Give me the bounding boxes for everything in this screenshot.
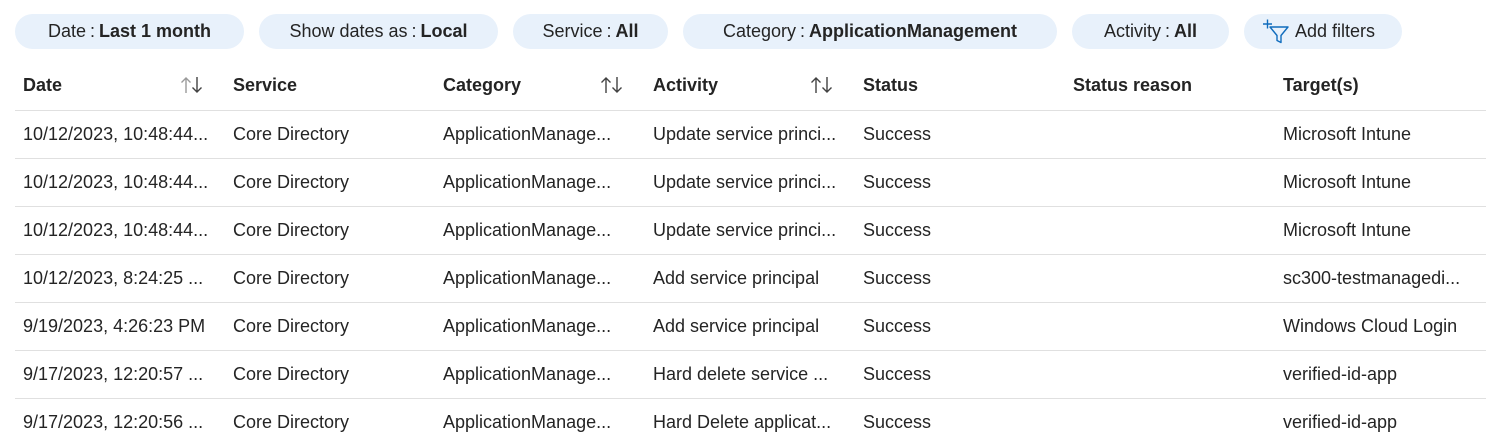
sort-arrows-icon[interactable] — [599, 75, 625, 95]
filter-separator: : — [1164, 21, 1170, 41]
filter-pill-show-dates[interactable]: Show dates as : Local — [259, 14, 498, 49]
filter-pill-service[interactable]: Service : All — [513, 14, 668, 49]
cell-targets: sc300-testmanagedi... — [1283, 268, 1461, 288]
column-header-targets[interactable]: Target(s) — [1283, 60, 1483, 110]
cell-targets: Microsoft Intune — [1283, 220, 1412, 240]
filter-value: Local — [420, 21, 468, 41]
filter-separator: : — [411, 21, 417, 41]
cell-activity: Add service principal — [653, 316, 820, 336]
sort-arrows-icon[interactable] — [809, 75, 835, 95]
cell-status-reason — [1073, 111, 1273, 158]
cell-targets: Microsoft Intune — [1283, 172, 1412, 192]
cell-status: Success — [863, 364, 932, 384]
cell-targets: verified-id-app — [1283, 364, 1398, 384]
table-row[interactable]: 9/19/2023, 4:26:23 PM Core Directory App… — [15, 303, 1486, 351]
add-filters-label: Add filters — [1295, 21, 1376, 41]
filter-label: Category — [722, 21, 796, 41]
cell-status: Success — [863, 124, 932, 144]
cell-date: 10/12/2023, 10:48:44... — [23, 220, 209, 240]
table-row[interactable]: 10/12/2023, 10:48:44... Core Directory A… — [15, 207, 1486, 255]
cell-service: Core Directory — [233, 316, 350, 336]
cell-status-reason — [1073, 207, 1273, 254]
filter-separator: : — [90, 21, 96, 41]
cell-category: ApplicationManage... — [443, 124, 612, 144]
add-filter-icon — [1261, 19, 1291, 45]
table-row[interactable]: 9/17/2023, 12:20:56 ... Core Directory A… — [15, 399, 1486, 446]
cell-category: ApplicationManage... — [443, 412, 612, 432]
cell-date: 9/19/2023, 4:26:23 PM — [23, 316, 206, 336]
filter-separator: : — [606, 21, 612, 41]
cell-targets: verified-id-app — [1283, 412, 1398, 432]
cell-activity: Update service princi... — [653, 220, 837, 240]
filter-label: Service — [542, 21, 603, 41]
filter-label: Activity — [1103, 21, 1161, 41]
filter-pill-activity[interactable]: Activity : All — [1072, 14, 1229, 49]
cell-status-reason — [1073, 351, 1273, 398]
cell-status-reason — [1073, 399, 1273, 446]
filter-value: All — [615, 21, 639, 41]
cell-activity: Hard Delete applicat... — [653, 412, 832, 432]
cell-status: Success — [863, 412, 932, 432]
cell-service: Core Directory — [233, 220, 350, 240]
filter-value: ApplicationManagement — [809, 21, 1018, 41]
cell-category: ApplicationManage... — [443, 316, 612, 336]
filter-separator: : — [800, 21, 806, 41]
cell-service: Core Directory — [233, 172, 350, 192]
cell-service: Core Directory — [233, 268, 350, 288]
cell-category: ApplicationManage... — [443, 172, 612, 192]
column-header-status[interactable]: Status — [863, 60, 1063, 110]
filter-bar: Date : Last 1 month Show dates as : Loca… — [15, 14, 1417, 49]
table-row[interactable]: 10/12/2023, 10:48:44... Core Directory A… — [15, 111, 1486, 159]
cell-targets: Windows Cloud Login — [1283, 316, 1458, 336]
cell-service: Core Directory — [233, 364, 350, 384]
cell-status: Success — [863, 316, 932, 336]
column-header-service[interactable]: Service — [233, 60, 433, 110]
filter-label: Show dates as — [289, 21, 408, 41]
cell-status: Success — [863, 268, 932, 288]
table-header: Date Service Category Activity Status St… — [15, 60, 1486, 111]
cell-targets: Microsoft Intune — [1283, 124, 1412, 144]
cell-activity: Update service princi... — [653, 124, 837, 144]
cell-date: 9/17/2023, 12:20:57 ... — [23, 364, 204, 384]
audit-log-table: Date Service Category Activity Status St… — [15, 60, 1486, 446]
cell-category: ApplicationManage... — [443, 268, 612, 288]
cell-category: ApplicationManage... — [443, 364, 612, 384]
table-row[interactable]: 10/12/2023, 8:24:25 ... Core Directory A… — [15, 255, 1486, 303]
cell-service: Core Directory — [233, 124, 350, 144]
add-filters-button[interactable]: Add filters — [1244, 14, 1403, 49]
filter-value: Last 1 month — [99, 21, 212, 41]
cell-service: Core Directory — [233, 412, 350, 432]
cell-status: Success — [863, 172, 932, 192]
table-row[interactable]: 9/17/2023, 12:20:57 ... Core Directory A… — [15, 351, 1486, 399]
cell-date: 10/12/2023, 10:48:44... — [23, 124, 209, 144]
filter-value: All — [1174, 21, 1198, 41]
cell-date: 9/17/2023, 12:20:56 ... — [23, 412, 204, 432]
cell-activity: Add service principal — [653, 268, 820, 288]
cell-activity: Hard delete service ... — [653, 364, 829, 384]
cell-status-reason — [1073, 255, 1273, 302]
filter-label: Date — [47, 21, 86, 41]
cell-category: ApplicationManage... — [443, 220, 612, 240]
cell-date: 10/12/2023, 10:48:44... — [23, 172, 209, 192]
cell-date: 10/12/2023, 8:24:25 ... — [23, 268, 204, 288]
column-header-status-reason[interactable]: Status reason — [1073, 60, 1273, 110]
cell-status: Success — [863, 220, 932, 240]
filter-pill-category[interactable]: Category : ApplicationManagement — [683, 14, 1057, 49]
sort-arrows-icon[interactable] — [179, 75, 205, 95]
cell-status-reason — [1073, 303, 1273, 350]
table-row[interactable]: 10/12/2023, 10:48:44... Core Directory A… — [15, 159, 1486, 207]
cell-status-reason — [1073, 159, 1273, 206]
cell-activity: Update service princi... — [653, 172, 837, 192]
filter-pill-date[interactable]: Date : Last 1 month — [15, 14, 244, 49]
